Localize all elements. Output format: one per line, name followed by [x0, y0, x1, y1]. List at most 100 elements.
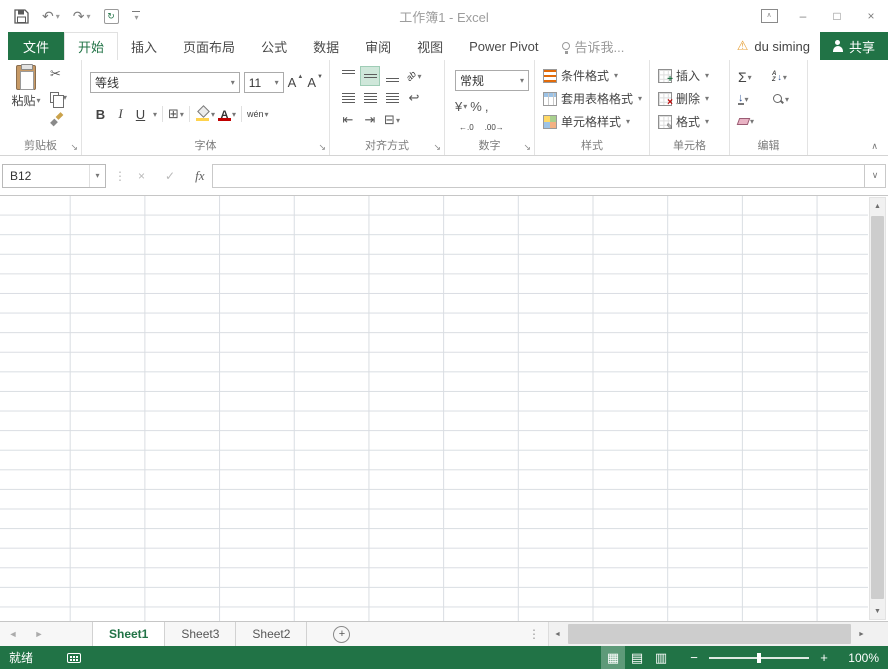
minimize-button[interactable]: –	[786, 0, 820, 32]
font-dialog-launcher[interactable]: ↘	[318, 143, 326, 152]
page-break-view-button[interactable]: ▥	[649, 646, 673, 669]
ribbon-display-options-button[interactable]: ∧	[752, 0, 786, 32]
tab-data[interactable]: 数据	[300, 32, 352, 60]
increase-indent-button[interactable]: ⇥	[360, 110, 380, 130]
cell-styles-button[interactable]: 单元格样式 ▾	[539, 110, 645, 133]
underline-caret-icon[interactable]: ▾	[153, 110, 157, 119]
phonetic-guide-button[interactable]: wén ▾	[247, 109, 269, 119]
comma-style-button[interactable]: ,	[485, 99, 489, 114]
enter-entry-button[interactable]: ✓	[165, 169, 175, 183]
align-left-button[interactable]	[338, 88, 358, 108]
share-button[interactable]: 共享	[819, 32, 888, 60]
undo-button[interactable]: ↶ ▾	[42, 8, 60, 25]
zoom-slider[interactable]	[709, 652, 809, 663]
zoom-level[interactable]: 100%	[837, 651, 879, 665]
tab-file[interactable]: 文件	[8, 32, 65, 60]
scroll-down-button[interactable]: ▼	[870, 603, 885, 619]
name-box-dropdown[interactable]: ▾	[89, 164, 105, 187]
worksheet-grid[interactable]	[0, 196, 868, 621]
italic-button[interactable]: I	[112, 106, 129, 122]
formula-input[interactable]	[212, 163, 864, 188]
zoom-out-button[interactable]: −	[687, 650, 701, 665]
scroll-left-button[interactable]: ◄	[549, 622, 566, 646]
clear-button[interactable]: ▾	[736, 112, 772, 130]
bold-button[interactable]: B	[92, 107, 109, 122]
new-sheet-button[interactable]: +	[333, 625, 351, 643]
number-format-combo[interactable]: 常规 ▾	[455, 70, 529, 91]
previous-sheet-button[interactable]: ◄	[0, 622, 26, 646]
wrap-text-button[interactable]: ↩	[404, 88, 424, 108]
zoom-in-button[interactable]: +	[817, 650, 831, 665]
cut-button[interactable]: ✂	[50, 66, 67, 82]
shrink-font-button[interactable]: A ▼	[307, 74, 323, 90]
align-middle-button[interactable]	[360, 66, 380, 86]
format-painter-button[interactable]	[50, 112, 67, 128]
insert-function-button[interactable]: fx	[195, 168, 204, 184]
font-color-button[interactable]: A ▾	[217, 107, 236, 121]
tab-insert[interactable]: 插入	[118, 32, 170, 60]
copy-button[interactable]: ▾	[50, 89, 67, 108]
tab-power-pivot[interactable]: Power Pivot	[456, 32, 551, 60]
sheet-tab-sheet2[interactable]: Sheet2	[236, 622, 308, 646]
sort-filter-button[interactable]: A Z ↓ ▾	[772, 68, 806, 86]
decrease-decimal-button[interactable]: .00→	[481, 120, 508, 135]
collapse-ribbon-button[interactable]: ∧	[871, 141, 878, 152]
conditional-formatting-button[interactable]: 条件格式 ▾	[539, 64, 645, 87]
borders-button[interactable]: ⊞ ▾	[168, 106, 184, 122]
alignment-dialog-launcher[interactable]: ↘	[433, 143, 441, 152]
orientation-button[interactable]: ab ▾	[404, 66, 424, 86]
zoom-slider-thumb[interactable]	[757, 652, 761, 663]
customize-quick-access-button[interactable]: ▾	[131, 10, 140, 22]
sheet-tab-sheet3[interactable]: Sheet3	[165, 622, 237, 646]
autosum-button[interactable]: Σ ▾	[738, 68, 772, 86]
sheet-tab-sheet1[interactable]: Sheet1	[92, 622, 166, 646]
macro-record-icon[interactable]	[67, 652, 82, 663]
formula-bar-splitter[interactable]: ⋮	[106, 169, 134, 183]
grow-font-button[interactable]: A ▲	[288, 74, 304, 90]
quick-access-custom-button[interactable]: ↻	[103, 8, 119, 24]
font-name-combo[interactable]: 等线 ▾	[90, 72, 240, 93]
align-right-button[interactable]	[382, 88, 402, 108]
save-icon[interactable]	[14, 8, 29, 24]
tab-review[interactable]: 审阅	[352, 32, 404, 60]
paste-button[interactable]: 粘贴 ▾	[6, 64, 46, 109]
clipboard-dialog-launcher[interactable]: ↘	[70, 143, 78, 152]
scroll-right-button[interactable]: ►	[853, 622, 870, 646]
name-box[interactable]: B12 ▾	[2, 163, 106, 188]
find-select-button[interactable]: ▾	[772, 90, 806, 108]
horizontal-scrollbar[interactable]: ◄ ►	[548, 622, 870, 646]
tab-page-layout[interactable]: 页面布局	[170, 32, 248, 60]
font-size-combo[interactable]: 11 ▾	[243, 72, 284, 93]
merge-center-button[interactable]: ⊟ ▾	[382, 110, 402, 130]
tell-me-box[interactable]: 告诉我...	[552, 32, 635, 60]
scroll-up-button[interactable]: ▲	[870, 198, 885, 214]
vertical-scrollbar-thumb[interactable]	[871, 216, 884, 599]
align-bottom-button[interactable]	[382, 66, 402, 86]
account-area[interactable]: ⚠ du siming	[727, 32, 820, 60]
horizontal-scrollbar-thumb[interactable]	[568, 624, 851, 644]
insert-cells-button[interactable]: 插入 ▾	[654, 64, 725, 87]
page-layout-view-button[interactable]: ▤	[625, 646, 649, 669]
underline-button[interactable]: U	[132, 107, 149, 122]
close-button[interactable]: ×	[854, 0, 888, 32]
percent-style-button[interactable]: %	[470, 99, 482, 114]
tab-formulas[interactable]: 公式	[248, 32, 300, 60]
vertical-scrollbar[interactable]: ▲ ▼	[869, 197, 886, 620]
redo-button[interactable]: ↷ ▾	[73, 8, 91, 25]
tab-view[interactable]: 视图	[404, 32, 456, 60]
align-top-button[interactable]	[338, 66, 358, 86]
format-cells-button[interactable]: 格式 ▾	[654, 110, 725, 133]
horizontal-scrollbar-track[interactable]	[566, 622, 853, 646]
align-center-button[interactable]	[360, 88, 380, 108]
fill-color-button[interactable]: ▾	[195, 107, 215, 121]
delete-cells-button[interactable]: 删除 ▾	[654, 87, 725, 110]
decrease-indent-button[interactable]: ⇤	[338, 110, 358, 130]
normal-view-button[interactable]: ▦	[601, 646, 625, 669]
tab-bar-splitter[interactable]: ⋮	[520, 627, 548, 641]
maximize-button[interactable]: □	[820, 0, 854, 32]
format-as-table-button[interactable]: 套用表格格式 ▾	[539, 87, 645, 110]
fill-button[interactable]: ↓ ▾	[738, 90, 772, 108]
expand-formula-bar-button[interactable]: ∨	[864, 163, 886, 188]
increase-decimal-button[interactable]: ←.0	[455, 120, 478, 135]
next-sheet-button[interactable]: ►	[26, 622, 52, 646]
